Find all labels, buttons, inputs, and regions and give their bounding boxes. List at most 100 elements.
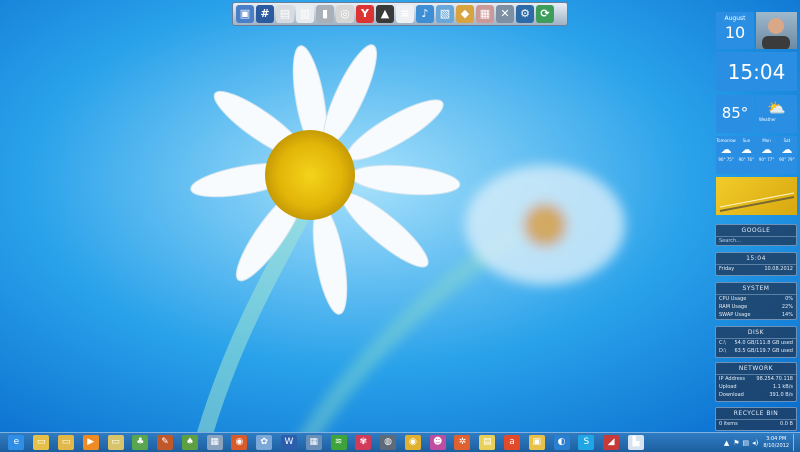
- photo-viewer-icon[interactable]: ▣: [528, 435, 545, 450]
- disk-c-label: C:\: [719, 340, 726, 346]
- chat-icon[interactable]: ◢: [603, 435, 620, 450]
- folder-icon[interactable]: ▭: [57, 435, 74, 450]
- youtube-icon[interactable]: Y: [356, 5, 374, 23]
- butterfly-icon[interactable]: ✲: [454, 435, 471, 450]
- disk-row: D:\ 63.5 GB/119.7 GB used: [716, 347, 796, 355]
- recycle-bin-items: 0 items: [719, 421, 738, 427]
- pages-icon[interactable]: ▥: [296, 5, 314, 23]
- network-title: NETWORK: [716, 363, 796, 375]
- brush-icon[interactable]: ✎: [157, 435, 174, 450]
- rain-cloud-icon: ☁: [761, 143, 773, 156]
- google-title: GOOGLE: [716, 225, 796, 237]
- skype-icon[interactable]: S: [578, 435, 595, 450]
- clock-widget-date: 10.08.2012: [764, 266, 793, 272]
- network-widget: NETWORK IP Address 98.254.70.118 Upload 1.…: [715, 362, 797, 402]
- system-title: SYSTEM: [716, 283, 796, 295]
- clock-tile[interactable]: 15:04: [716, 52, 797, 91]
- app-a-icon[interactable]: a: [504, 435, 521, 450]
- recycle-bin-size: 0.0 B: [780, 421, 793, 427]
- calendar-tile[interactable]: August 10: [716, 12, 754, 49]
- media-player-icon[interactable]: ▶: [82, 435, 99, 450]
- forecast-range: 90° 76°: [738, 157, 755, 162]
- tree-icon[interactable]: ♠: [181, 435, 198, 450]
- recycle-bin-title: RECYCLE BIN: [716, 408, 796, 420]
- disk-widget: DISK C:\ 54.0 GB/111.8 GB used D:\ 63.5 GB…: [715, 326, 797, 358]
- recycle-bin-widget[interactable]: RECYCLE BIN 0 items 0.0 B: [715, 407, 797, 431]
- network-row: Download 391.0 B/s: [716, 391, 796, 399]
- file-explorer-icon[interactable]: ▭: [33, 435, 50, 450]
- rain-cloud-icon: ☁: [781, 143, 793, 156]
- weather-temperature: 85°: [721, 104, 749, 122]
- ip-label: IP Address: [719, 376, 745, 382]
- forecast-tile[interactable]: Tomorrow ☁ 90° 75° Sun ☁ 90° 76° Mon ☁ 90° 77° Sa…: [716, 136, 797, 174]
- grid-icon[interactable]: ▦: [305, 435, 322, 450]
- tools-icon[interactable]: ✕: [496, 5, 514, 23]
- teamviewer-icon[interactable]: ◐: [553, 435, 570, 450]
- music-icon[interactable]: ♪: [416, 5, 434, 23]
- ram-value: 22%: [781, 304, 793, 310]
- calendar-day: 10: [724, 23, 746, 42]
- desktop-wallpaper: [0, 0, 800, 451]
- user-photo-icon: [762, 18, 790, 49]
- clock-widget-weekday: Friday: [719, 266, 735, 272]
- app-dock: ▣ # ▤ ▥ ▮ ◎ Y ▲ ≡ ♪ ▧ ◆ ▦ ✕ ⚙ ⟳: [232, 2, 568, 26]
- partly-cloudy-icon: ⛅: [767, 99, 786, 117]
- forecast-range: 90° 77°: [758, 157, 775, 162]
- image-tile[interactable]: [716, 177, 797, 215]
- weather-temp-tile[interactable]: 85°: [716, 95, 754, 133]
- rail-image-icon: [719, 192, 795, 212]
- network-row: Upload 1.1 kB/s: [716, 383, 796, 391]
- forecast-day: Sun ☁ 90° 76°: [736, 136, 756, 174]
- cpu-value: 0%: [785, 296, 793, 302]
- notes-icon[interactable]: ▤: [479, 435, 496, 450]
- chrome-task-icon[interactable]: ◉: [404, 435, 421, 450]
- game-icon[interactable]: ♣: [132, 435, 149, 450]
- disk-d-value: 63.5 GB/119.7 GB used: [734, 348, 793, 354]
- photos-icon[interactable]: ◉: [231, 435, 248, 450]
- notepad-icon[interactable]: ≡: [396, 5, 414, 23]
- system-row: RAM Usage 22%: [716, 303, 796, 311]
- cpu-label: CPU Usage: [719, 296, 747, 302]
- store-icon[interactable]: ▙: [627, 435, 644, 450]
- internet-explorer-icon[interactable]: e: [8, 435, 25, 450]
- system-row: SWAP Usage 14%: [716, 311, 796, 319]
- tray-arrow-icon[interactable]: ▲: [724, 439, 729, 447]
- volume-icon[interactable]: ◂): [752, 439, 758, 447]
- system-widget: SYSTEM CPU Usage 0% RAM Usage 22% SWAP Usa…: [715, 282, 797, 320]
- chrome-icon[interactable]: ◎: [336, 5, 354, 23]
- word-icon[interactable]: W: [280, 435, 297, 450]
- steam-icon[interactable]: ◍: [380, 435, 397, 450]
- ip-value: 98.254.70.118: [756, 376, 793, 382]
- archive-icon[interactable]: ▦: [476, 5, 494, 23]
- monitor-icon[interactable]: ▣: [236, 5, 254, 23]
- character-icon[interactable]: ☻: [429, 435, 446, 450]
- network-icon[interactable]: #: [256, 5, 274, 23]
- forecast-day: Mon ☁ 90° 77°: [757, 136, 777, 174]
- weather-icon-tile[interactable]: ⛅ Weather: [756, 95, 797, 133]
- hat-icon[interactable]: ▲: [376, 5, 394, 23]
- user-avatar[interactable]: [756, 12, 797, 49]
- drive-icon[interactable]: ▮: [316, 5, 334, 23]
- spotify-icon[interactable]: ≋: [330, 435, 347, 450]
- folder-2-icon[interactable]: ▭: [107, 435, 124, 450]
- settings-icon[interactable]: ⚙: [516, 5, 534, 23]
- network-tray-icon[interactable]: ▤: [742, 439, 749, 447]
- forecast-day: Sat ☁ 90° 79°: [777, 136, 797, 174]
- documents-icon[interactable]: ▤: [276, 5, 294, 23]
- package-icon[interactable]: ◆: [456, 5, 474, 23]
- sync-icon[interactable]: ⟳: [536, 5, 554, 23]
- calculator-icon[interactable]: ▦: [206, 435, 223, 450]
- recycle-bin-row: 0 items 0.0 B: [716, 420, 796, 428]
- show-desktop-button[interactable]: [793, 434, 798, 451]
- flower-icon[interactable]: ✾: [355, 435, 372, 450]
- upload-value: 1.1 kB/s: [772, 384, 793, 390]
- google-search-input[interactable]: Search...: [716, 237, 796, 245]
- photo-icon[interactable]: ▧: [436, 5, 454, 23]
- paint-icon[interactable]: ✿: [256, 435, 273, 450]
- forecast-range: 90° 79°: [779, 157, 795, 162]
- disk-title: DISK: [716, 327, 796, 339]
- taskbar-clock[interactable]: 3:04 PM 8/10/2012: [763, 436, 789, 450]
- clock-widget-time: 15:04: [716, 253, 796, 265]
- flag-icon[interactable]: ⚑: [733, 439, 739, 447]
- weather-label: Weather: [759, 117, 776, 122]
